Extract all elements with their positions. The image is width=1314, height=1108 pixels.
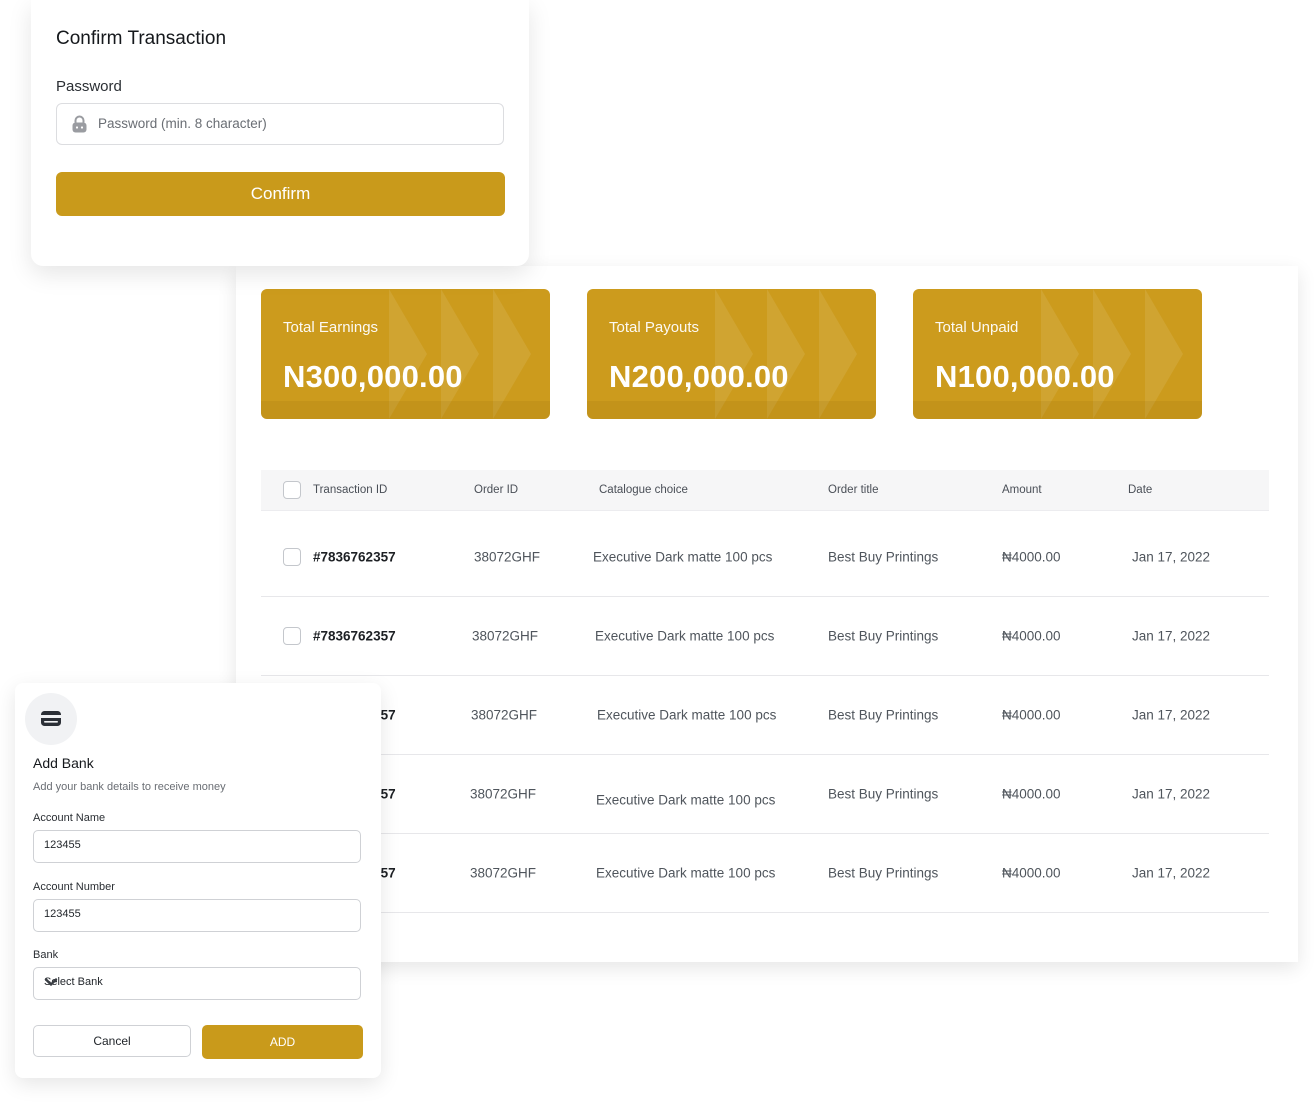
password-input[interactable]: Password (min. 8 character) [56, 103, 504, 145]
header-date: Date [1128, 484, 1153, 496]
select-all-checkbox[interactable] [283, 481, 301, 499]
date: Jan 17, 2022 [1132, 628, 1211, 643]
account-name-label: Account Name [33, 812, 106, 824]
table-row[interactable]: #7836762357 38072GHF Executive Dark matt… [261, 675, 1269, 755]
card-label: Total Payouts [609, 319, 700, 336]
bank-label: Bank [33, 949, 59, 961]
table-row[interactable]: #7836762357 38072GHF Executive Dark matt… [261, 517, 1269, 597]
dialog-title: Confirm Transaction [56, 28, 227, 49]
transactions-panel: Total Earnings N300,000.00 Total Payouts… [236, 266, 1298, 962]
add-button[interactable]: ADD [202, 1025, 363, 1059]
order-title: Best Buy Printings [828, 628, 939, 643]
card-value: N200,000.00 [609, 359, 789, 394]
row-checkbox[interactable] [283, 626, 301, 645]
confirm-button[interactable]: Confirm [56, 172, 505, 216]
header-transaction-id: Transaction ID [313, 484, 388, 496]
amount: ₦4000.00 [1002, 628, 1061, 643]
account-number-value: 123455 [44, 908, 81, 920]
transaction-id: #7836762357 [313, 628, 396, 643]
order-id: 38072GHF [470, 786, 537, 801]
cancel-button[interactable]: Cancel [33, 1025, 191, 1057]
summary-card-earnings: Total Earnings N300,000.00 [261, 289, 550, 419]
password-label: Password [56, 78, 122, 95]
date: Jan 17, 2022 [1132, 865, 1211, 880]
lock-icon [71, 115, 88, 138]
date: Jan 17, 2022 [1132, 549, 1211, 564]
card-value: N100,000.00 [935, 359, 1115, 394]
order-id: 38072GHF [470, 865, 537, 880]
order-title: Best Buy Printings [828, 549, 939, 564]
catalogue-choice: Executive Dark matte 100 pcs [596, 865, 776, 880]
summary-card-unpaid: Total Unpaid N100,000.00 [913, 289, 1202, 419]
table-row[interactable]: #7836762357 38072GHF Executive Dark matt… [261, 833, 1269, 913]
dialog-title: Add Bank [33, 755, 94, 771]
amount: ₦4000.00 [1002, 707, 1061, 722]
card-value: N300,000.00 [283, 359, 463, 394]
account-name-field[interactable]: 123455 [33, 830, 361, 863]
confirm-transaction-dialog: Confirm Transaction Password Password (m… [31, 0, 529, 266]
transaction-id: #7836762357 [313, 549, 396, 564]
card-label: Total Earnings [283, 319, 379, 336]
dialog-subtitle: Add your bank details to receive money [33, 781, 226, 793]
table-row[interactable]: #7836762357 38072GHF Executive Dark matt… [261, 596, 1269, 676]
table-row[interactable]: #7836762357 38072GHF Executive Dark matt… [261, 754, 1269, 834]
date: Jan 17, 2022 [1132, 786, 1211, 801]
catalogue-choice: Executive Dark matte 100 pcs [597, 707, 777, 722]
header-order-title: Order title [828, 484, 879, 496]
add-bank-dialog: Add Bank Add your bank details to receiv… [15, 683, 381, 1078]
date: Jan 17, 2022 [1132, 707, 1211, 722]
catalogue-choice: Executive Dark matte 100 pcs [595, 628, 775, 643]
summary-card-payouts: Total Payouts N200,000.00 [587, 289, 876, 419]
order-title: Best Buy Printings [828, 865, 939, 880]
card-label: Total Unpaid [935, 319, 1019, 336]
header-order-id: Order ID [474, 484, 519, 496]
header-amount: Amount [1002, 484, 1042, 496]
account-number-label: Account Number [33, 881, 115, 893]
header-catalogue: Catalogue choice [599, 484, 688, 496]
order-id: 38072GHF [474, 549, 541, 564]
account-name-value: 123455 [44, 839, 81, 851]
amount: ₦4000.00 [1002, 549, 1061, 564]
bank-select[interactable]: Select Bank [33, 967, 361, 1000]
table-header: Transaction ID Order ID Catalogue choice… [261, 470, 1269, 511]
chevron-down-icon [44, 977, 350, 990]
catalogue-choice: Executive Dark matte 100 pcs [596, 792, 776, 808]
order-id: 38072GHF [471, 707, 538, 722]
amount: ₦4000.00 [1002, 786, 1061, 801]
card-icon [25, 693, 77, 745]
row-checkbox[interactable] [283, 547, 301, 566]
account-number-field[interactable]: 123455 [33, 899, 361, 932]
amount: ₦4000.00 [1002, 865, 1061, 880]
order-title: Best Buy Printings [828, 707, 939, 722]
order-id: 38072GHF [472, 628, 539, 643]
catalogue-choice: Executive Dark matte 100 pcs [593, 549, 773, 564]
password-placeholder: Password (min. 8 character) [98, 116, 267, 131]
order-title: Best Buy Printings [828, 786, 939, 801]
